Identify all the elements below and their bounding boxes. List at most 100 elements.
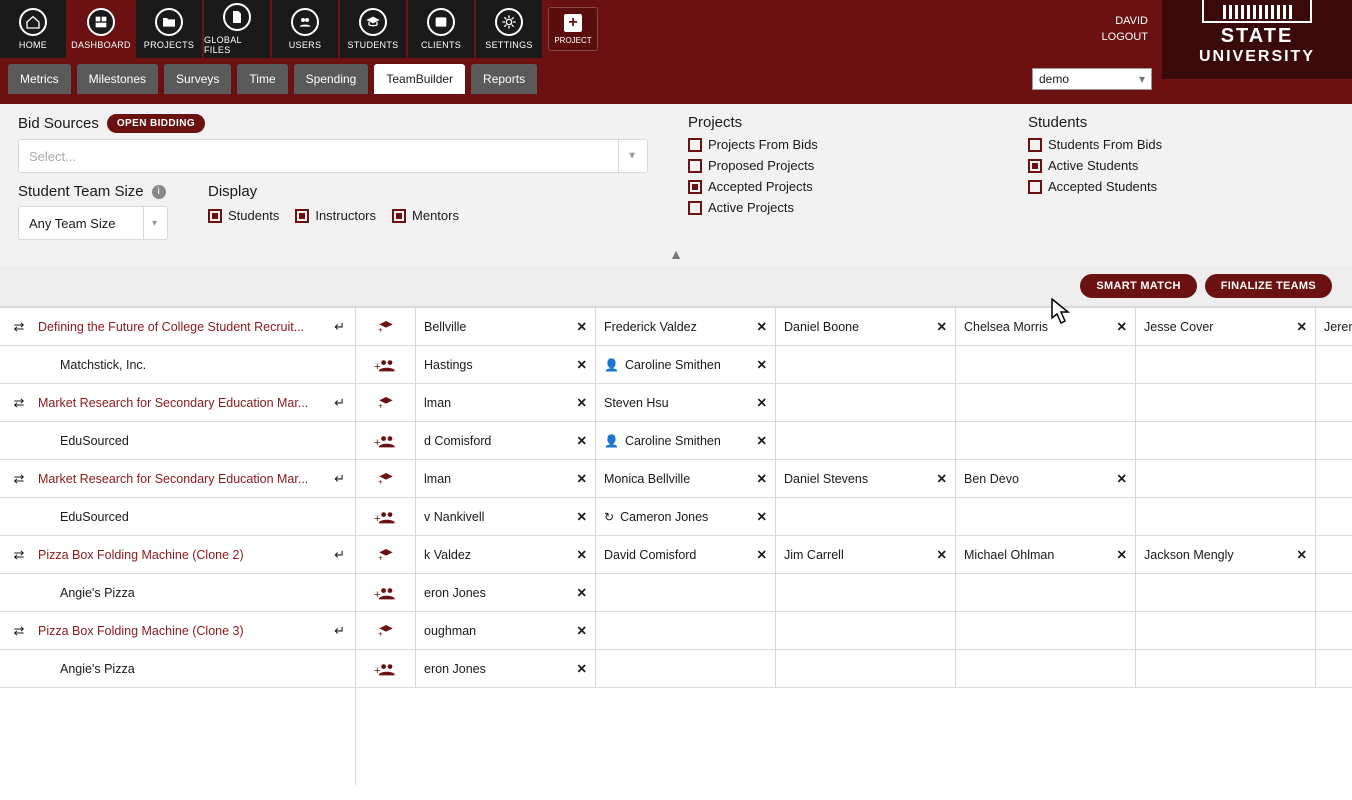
open-bidding-pill[interactable]: OPEN BIDDING [107, 114, 205, 133]
project-row[interactable]: ⇄Pizza Box Folding Machine (Clone 3)↵ [0, 612, 355, 650]
company-row[interactable]: Angie's Pizza [0, 574, 355, 612]
add-team-button[interactable]: + [356, 574, 416, 611]
enter-icon[interactable]: ↵ [334, 395, 345, 411]
student-cell[interactable]: Monica Bellville✕ [596, 460, 776, 497]
project-row[interactable]: ⇄Market Research for Secondary Education… [0, 460, 355, 498]
add-student-button[interactable]: + [356, 536, 416, 573]
remove-icon[interactable]: ✕ [577, 319, 587, 334]
remove-icon[interactable]: ✕ [577, 509, 587, 524]
enter-icon[interactable]: ↵ [334, 623, 345, 639]
accepted-students-checkbox[interactable]: Accepted Students [1028, 179, 1334, 194]
nav-students[interactable]: STUDENTS [340, 0, 406, 58]
tab-time[interactable]: Time [237, 64, 287, 94]
active-students-checkbox[interactable]: Active Students [1028, 158, 1334, 173]
student-cell[interactable]: Chelsea Morris✕ [956, 308, 1136, 345]
student-cell[interactable]: Jeremey E✕ [1316, 308, 1352, 345]
student-cell[interactable]: eron Jones✕ [416, 650, 596, 687]
tab-teambuilder[interactable]: TeamBuilder [374, 64, 465, 94]
tab-surveys[interactable]: Surveys [164, 64, 231, 94]
remove-icon[interactable]: ✕ [937, 547, 947, 562]
student-cell[interactable]: ↻Cameron Jones✕ [596, 498, 776, 535]
nav-global-files[interactable]: GLOBAL FILES [204, 0, 270, 58]
student-cell[interactable]: Michael Ohlman✕ [956, 536, 1136, 573]
remove-icon[interactable]: ✕ [577, 623, 587, 638]
remove-icon[interactable]: ✕ [577, 395, 587, 410]
add-student-button[interactable]: + [356, 384, 416, 421]
student-cell[interactable]: eron Jones✕ [416, 574, 596, 611]
add-team-button[interactable]: + [356, 498, 416, 535]
student-cell[interactable]: d Comisford✕ [416, 422, 596, 459]
nav-home[interactable]: HOME [0, 0, 66, 58]
remove-icon[interactable]: ✕ [757, 547, 767, 562]
tab-reports[interactable]: Reports [471, 64, 537, 94]
company-row[interactable]: EduSourced [0, 422, 355, 460]
remove-icon[interactable]: ✕ [937, 319, 947, 334]
tab-milestones[interactable]: Milestones [77, 64, 158, 94]
remove-icon[interactable]: ✕ [757, 471, 767, 486]
display-students-checkbox[interactable]: Students [208, 208, 279, 223]
remove-icon[interactable]: ✕ [757, 509, 767, 524]
add-student-button[interactable]: + [356, 612, 416, 649]
remove-icon[interactable]: ✕ [577, 661, 587, 676]
projects-from-bids-checkbox[interactable]: Projects From Bids [688, 137, 988, 152]
org-select[interactable]: demo [1032, 68, 1152, 90]
remove-icon[interactable]: ✕ [1117, 471, 1127, 486]
display-instructors-checkbox[interactable]: Instructors [295, 208, 376, 223]
remove-icon[interactable]: ✕ [1117, 319, 1127, 334]
remove-icon[interactable]: ✕ [577, 357, 587, 372]
remove-icon[interactable]: ✕ [1117, 547, 1127, 562]
company-row[interactable]: EduSourced [0, 498, 355, 536]
student-cell[interactable]: Hastings✕ [416, 346, 596, 383]
student-cell[interactable]: David Comisford✕ [596, 536, 776, 573]
active-projects-checkbox[interactable]: Active Projects [688, 200, 988, 215]
tab-spending[interactable]: Spending [294, 64, 369, 94]
new-project-button[interactable]: +PROJECT [548, 7, 598, 51]
student-cell[interactable]: Steven Hsu✕ [596, 384, 776, 421]
remove-icon[interactable]: ✕ [1297, 319, 1307, 334]
nav-settings[interactable]: SETTINGS [476, 0, 542, 58]
student-cell[interactable]: Ben Devo✕ [956, 460, 1136, 497]
student-cell[interactable]: lman✕ [416, 460, 596, 497]
student-cell[interactable]: Daniel Stevens✕ [776, 460, 956, 497]
add-team-button[interactable]: + [356, 422, 416, 459]
student-cell[interactable]: v Nankivell✕ [416, 498, 596, 535]
smart-match-button[interactable]: SMART MATCH [1080, 274, 1196, 298]
student-cell[interactable]: Jim Carrell✕ [776, 536, 956, 573]
finalize-teams-button[interactable]: FINALIZE TEAMS [1205, 274, 1332, 298]
remove-icon[interactable]: ✕ [757, 319, 767, 334]
students-from-bids-checkbox[interactable]: Students From Bids [1028, 137, 1334, 152]
remove-icon[interactable]: ✕ [757, 433, 767, 448]
project-row[interactable]: ⇄Pizza Box Folding Machine (Clone 2)↵ [0, 536, 355, 574]
project-row[interactable]: ⇄Market Research for Secondary Education… [0, 384, 355, 422]
user-menu[interactable]: DAVIDLOGOUT [1088, 13, 1162, 46]
add-team-button[interactable]: + [356, 650, 416, 687]
remove-icon[interactable]: ✕ [757, 357, 767, 372]
student-cell[interactable]: Frederick Valdez✕ [596, 308, 776, 345]
student-cell[interactable]: Jesse Cover✕ [1136, 308, 1316, 345]
bid-sources-select[interactable]: Select...▼ [18, 139, 648, 173]
student-cell[interactable]: Jackson Mengly✕ [1136, 536, 1316, 573]
project-row[interactable]: ⇄Defining the Future of College Student … [0, 308, 355, 346]
display-mentors-checkbox[interactable]: Mentors [392, 208, 459, 223]
add-student-button[interactable]: + [356, 308, 416, 345]
enter-icon[interactable]: ↵ [334, 547, 345, 563]
remove-icon[interactable]: ✕ [577, 433, 587, 448]
student-cell[interactable]: oughman✕ [416, 612, 596, 649]
info-icon[interactable]: i [152, 185, 166, 199]
remove-icon[interactable]: ✕ [757, 395, 767, 410]
accepted-projects-checkbox[interactable]: Accepted Projects [688, 179, 988, 194]
nav-clients[interactable]: CLIENTS [408, 0, 474, 58]
nav-users[interactable]: USERS [272, 0, 338, 58]
logout-link[interactable]: LOGOUT [1102, 29, 1148, 46]
student-cell[interactable]: lman✕ [416, 384, 596, 421]
collapse-panel-toggle[interactable]: ▲ [18, 240, 1334, 266]
remove-icon[interactable]: ✕ [577, 585, 587, 600]
team-size-select[interactable]: Any Team Size [18, 206, 168, 240]
company-row[interactable]: Matchstick, Inc. [0, 346, 355, 384]
student-cell[interactable]: 👤Caroline Smithen✕ [596, 346, 776, 383]
nav-dashboard[interactable]: DASHBOARD [68, 0, 134, 58]
student-cell[interactable]: Bellville✕ [416, 308, 596, 345]
grid-right-scroll[interactable]: +Bellville✕Frederick Valdez✕Daniel Boone… [356, 308, 1352, 785]
add-team-button[interactable]: + [356, 346, 416, 383]
remove-icon[interactable]: ✕ [577, 471, 587, 486]
